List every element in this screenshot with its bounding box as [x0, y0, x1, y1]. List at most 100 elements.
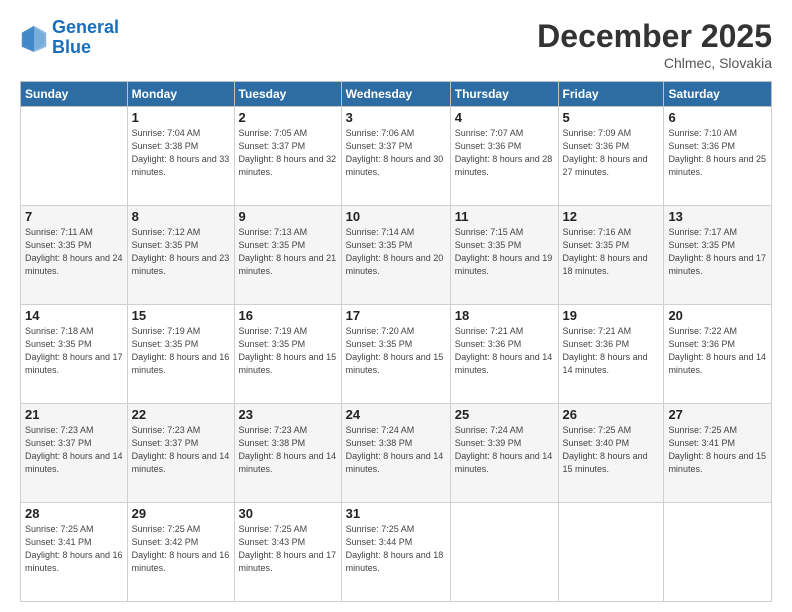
day-number: 25 — [455, 407, 554, 422]
logo: General Blue — [20, 18, 119, 58]
day-number: 6 — [668, 110, 767, 125]
day-info: Sunrise: 7:17 AMSunset: 3:35 PMDaylight:… — [668, 226, 767, 278]
day-info: Sunrise: 7:25 AMSunset: 3:41 PMDaylight:… — [25, 523, 123, 575]
day-number: 8 — [132, 209, 230, 224]
calendar-table: SundayMondayTuesdayWednesdayThursdayFrid… — [20, 81, 772, 602]
day-number: 12 — [563, 209, 660, 224]
day-number: 23 — [239, 407, 337, 422]
day-info: Sunrise: 7:05 AMSunset: 3:37 PMDaylight:… — [239, 127, 337, 179]
day-number: 3 — [346, 110, 446, 125]
calendar-day-cell — [664, 503, 772, 602]
day-number: 18 — [455, 308, 554, 323]
day-info: Sunrise: 7:21 AMSunset: 3:36 PMDaylight:… — [563, 325, 660, 377]
day-number: 31 — [346, 506, 446, 521]
calendar-day-cell — [21, 107, 128, 206]
calendar-day-cell: 19Sunrise: 7:21 AMSunset: 3:36 PMDayligh… — [558, 305, 664, 404]
calendar-day-cell: 27Sunrise: 7:25 AMSunset: 3:41 PMDayligh… — [664, 404, 772, 503]
calendar-day-cell: 14Sunrise: 7:18 AMSunset: 3:35 PMDayligh… — [21, 305, 128, 404]
day-number: 26 — [563, 407, 660, 422]
day-number: 22 — [132, 407, 230, 422]
day-info: Sunrise: 7:25 AMSunset: 3:42 PMDaylight:… — [132, 523, 230, 575]
calendar-day-cell: 7 Sunrise: 7:11 AMSunset: 3:35 PMDaylight… — [21, 206, 128, 305]
calendar-day-cell: 1 Sunrise: 7:04 AMSunset: 3:38 PMDaylight… — [127, 107, 234, 206]
day-number: 28 — [25, 506, 123, 521]
day-info: Sunrise: 7:24 AMSunset: 3:38 PMDaylight:… — [346, 424, 446, 476]
day-info: Sunrise: 7:25 AMSunset: 3:41 PMDaylight:… — [668, 424, 767, 476]
logo-icon — [20, 24, 48, 52]
calendar-day-cell: 21Sunrise: 7:23 AMSunset: 3:37 PMDayligh… — [21, 404, 128, 503]
day-info: Sunrise: 7:16 AMSunset: 3:35 PMDaylight:… — [563, 226, 660, 278]
day-info: Sunrise: 7:13 AMSunset: 3:35 PMDaylight:… — [239, 226, 337, 278]
day-number: 5 — [563, 110, 660, 125]
calendar-day-cell: 12 Sunrise: 7:16 AMSunset: 3:35 PMDayligh… — [558, 206, 664, 305]
day-number: 21 — [25, 407, 123, 422]
calendar-week-row: 21 Sunrise: 7:23 AMSunset: 3:37 PMDayligh… — [21, 404, 772, 503]
calendar-day-cell: 24 Sunrise: 7:24 AMSunset: 3:38 PMDayligh… — [341, 404, 450, 503]
logo-blue: Blue — [52, 37, 91, 57]
day-info: Sunrise: 7:24 AMSunset: 3:39 PMDaylight:… — [455, 424, 554, 476]
calendar-day-cell: 8 Sunrise: 7:12 AMSunset: 3:35 PMDaylight… — [127, 206, 234, 305]
calendar-week-row: 7 Sunrise: 7:11 AMSunset: 3:35 PMDaylight… — [21, 206, 772, 305]
logo-general: General — [52, 17, 119, 37]
header: General Blue December 2025 Chlmec, Slova… — [20, 18, 772, 71]
calendar-day-cell: 18 Sunrise: 7:21 AMSunset: 3:36 PMDayligh… — [450, 305, 558, 404]
day-info: Sunrise: 7:07 AMSunset: 3:36 PMDaylight:… — [455, 127, 554, 179]
day-info: Sunrise: 7:06 AMSunset: 3:37 PMDaylight:… — [346, 127, 446, 179]
calendar-week-row: 28 Sunrise: 7:25 AMSunset: 3:41 PMDayligh… — [21, 503, 772, 602]
calendar-day-cell: 31Sunrise: 7:25 AMSunset: 3:44 PMDayligh… — [341, 503, 450, 602]
day-number: 14 — [25, 308, 123, 323]
day-number: 29 — [132, 506, 230, 521]
calendar-day-cell: 16Sunrise: 7:19 AMSunset: 3:35 PMDayligh… — [234, 305, 341, 404]
logo-text: General Blue — [52, 18, 119, 58]
day-info: Sunrise: 7:15 AMSunset: 3:35 PMDaylight:… — [455, 226, 554, 278]
calendar-week-row: 1 Sunrise: 7:04 AMSunset: 3:38 PMDaylight… — [21, 107, 772, 206]
calendar-day-cell: 22 Sunrise: 7:23 AMSunset: 3:37 PMDayligh… — [127, 404, 234, 503]
day-info: Sunrise: 7:04 AMSunset: 3:38 PMDaylight:… — [132, 127, 230, 179]
calendar-day-cell: 3 Sunrise: 7:06 AMSunset: 3:37 PMDaylight… — [341, 107, 450, 206]
weekday-header-cell: Tuesday — [234, 82, 341, 107]
weekday-header-cell: Friday — [558, 82, 664, 107]
title-block: December 2025 Chlmec, Slovakia — [537, 18, 772, 71]
day-info: Sunrise: 7:22 AMSunset: 3:36 PMDaylight:… — [668, 325, 767, 377]
day-number: 16 — [239, 308, 337, 323]
day-number: 9 — [239, 209, 337, 224]
calendar-day-cell: 5Sunrise: 7:09 AMSunset: 3:36 PMDaylight… — [558, 107, 664, 206]
day-number: 13 — [668, 209, 767, 224]
weekday-header-cell: Sunday — [21, 82, 128, 107]
day-info: Sunrise: 7:25 AMSunset: 3:40 PMDaylight:… — [563, 424, 660, 476]
calendar-day-cell: 4 Sunrise: 7:07 AMSunset: 3:36 PMDaylight… — [450, 107, 558, 206]
day-info: Sunrise: 7:20 AMSunset: 3:35 PMDaylight:… — [346, 325, 446, 377]
weekday-header-cell: Wednesday — [341, 82, 450, 107]
day-number: 4 — [455, 110, 554, 125]
calendar-day-cell: 20Sunrise: 7:22 AMSunset: 3:36 PMDayligh… — [664, 305, 772, 404]
calendar-week-row: 14Sunrise: 7:18 AMSunset: 3:35 PMDayligh… — [21, 305, 772, 404]
day-info: Sunrise: 7:23 AMSunset: 3:38 PMDaylight:… — [239, 424, 337, 476]
day-info: Sunrise: 7:23 AMSunset: 3:37 PMDaylight:… — [132, 424, 230, 476]
day-number: 30 — [239, 506, 337, 521]
day-number: 2 — [239, 110, 337, 125]
weekday-header-cell: Saturday — [664, 82, 772, 107]
calendar-day-cell: 15Sunrise: 7:19 AMSunset: 3:35 PMDayligh… — [127, 305, 234, 404]
calendar-day-cell: 23 Sunrise: 7:23 AMSunset: 3:38 PMDayligh… — [234, 404, 341, 503]
calendar-day-cell: 10 Sunrise: 7:14 AMSunset: 3:35 PMDayligh… — [341, 206, 450, 305]
weekday-header-row: SundayMondayTuesdayWednesdayThursdayFrid… — [21, 82, 772, 107]
day-number: 11 — [455, 209, 554, 224]
calendar-day-cell: 11 Sunrise: 7:15 AMSunset: 3:35 PMDayligh… — [450, 206, 558, 305]
day-info: Sunrise: 7:11 AMSunset: 3:35 PMDaylight:… — [25, 226, 123, 278]
day-number: 1 — [132, 110, 230, 125]
day-number: 7 — [25, 209, 123, 224]
calendar-day-cell — [558, 503, 664, 602]
day-number: 10 — [346, 209, 446, 224]
calendar-day-cell: 13 Sunrise: 7:17 AMSunset: 3:35 PMDayligh… — [664, 206, 772, 305]
calendar-day-cell: 2 Sunrise: 7:05 AMSunset: 3:37 PMDaylight… — [234, 107, 341, 206]
calendar-day-cell — [450, 503, 558, 602]
day-info: Sunrise: 7:12 AMSunset: 3:35 PMDaylight:… — [132, 226, 230, 278]
day-info: Sunrise: 7:14 AMSunset: 3:35 PMDaylight:… — [346, 226, 446, 278]
day-info: Sunrise: 7:21 AMSunset: 3:36 PMDaylight:… — [455, 325, 554, 377]
weekday-header-cell: Thursday — [450, 82, 558, 107]
calendar-body: 1 Sunrise: 7:04 AMSunset: 3:38 PMDaylight… — [21, 107, 772, 602]
day-number: 24 — [346, 407, 446, 422]
calendar-day-cell: 29 Sunrise: 7:25 AMSunset: 3:42 PMDayligh… — [127, 503, 234, 602]
location: Chlmec, Slovakia — [537, 55, 772, 71]
calendar-day-cell: 25 Sunrise: 7:24 AMSunset: 3:39 PMDayligh… — [450, 404, 558, 503]
